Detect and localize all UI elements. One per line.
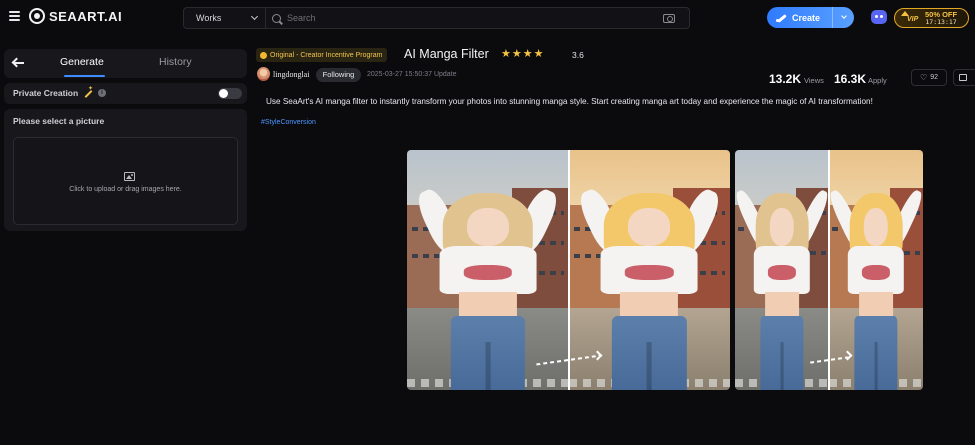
crown-icon: VIP — [901, 11, 921, 25]
original-photo — [407, 150, 569, 390]
create-label: Create — [792, 12, 821, 23]
create-button[interactable]: Create — [767, 7, 854, 28]
active-tab-indicator — [64, 75, 105, 77]
preview-image-before-after-2[interactable] — [735, 150, 923, 390]
rating-value: 3.6 — [572, 50, 584, 60]
comment-icon — [959, 74, 967, 81]
page-title: AI Manga Filter — [404, 47, 489, 61]
create-main-button[interactable]: Create — [767, 7, 833, 28]
vip-timer: 17:13:17 — [925, 18, 957, 26]
image-icon — [124, 172, 135, 181]
follow-button[interactable]: Following — [316, 68, 361, 82]
coin-icon — [260, 51, 267, 59]
generate-history-tabs: Generate History — [4, 49, 247, 78]
like-button[interactable]: ♡ 92 — [911, 69, 947, 86]
vip-discount: 50% OFF — [925, 9, 958, 19]
wand-icon — [84, 85, 93, 97]
discord-icon[interactable] — [871, 10, 887, 24]
works-dropdown[interactable]: Works — [184, 8, 266, 28]
upload-panel: Please select a picture Click to upload … — [4, 109, 247, 231]
logo-text: SEAART.AI — [49, 8, 123, 24]
camera-icon[interactable] — [663, 13, 675, 23]
arrow-left-icon[interactable] — [12, 57, 24, 69]
search-bar: Works — [183, 7, 690, 29]
author-name[interactable]: lingdonglai — [273, 70, 309, 79]
logo-icon — [29, 8, 45, 24]
like-count: 92 — [930, 74, 938, 81]
upload-title: Please select a picture — [13, 116, 105, 126]
private-creation-label: Private Creation — [13, 88, 79, 98]
search-icon — [272, 13, 281, 23]
vip-offer: 50% OFF 17:13:17 — [925, 9, 958, 26]
comparison-divider — [828, 150, 830, 390]
comment-button[interactable] — [953, 69, 975, 86]
star-rating: ★ ★ ★ ★ — [501, 48, 544, 61]
original-badge[interactable]: Original - Creator Incentive Program — [256, 48, 388, 62]
upload-hint: Click to upload or drag images here. — [69, 186, 182, 193]
comparison-divider — [567, 150, 570, 390]
chevron-down-icon — [840, 13, 847, 19]
star-icon: ★ — [511, 48, 522, 60]
logo[interactable]: SEAART.AI — [29, 8, 122, 24]
views-count: 13.2K — [769, 72, 802, 86]
original-badge-label: Original - Creator Incentive Program — [270, 51, 383, 59]
avatar[interactable] — [257, 67, 270, 81]
preview-image-before-after[interactable] — [407, 150, 730, 390]
description: Use SeaArt's AI manga filter to instantl… — [266, 97, 873, 106]
info-icon[interactable]: i — [98, 89, 106, 97]
vip-offer-badge[interactable]: VIP 50% OFF 17:13:17 — [894, 8, 969, 28]
create-dropdown-button[interactable] — [833, 7, 854, 28]
star-icon: ★ — [533, 48, 544, 60]
works-dropdown-label: Works — [196, 13, 222, 23]
private-creation-toggle[interactable] — [218, 88, 242, 99]
heart-icon: ♡ — [920, 73, 928, 82]
star-icon: ★ — [522, 48, 533, 60]
top-bar: SEAART.AI Works Create VIP 50% OFF 17:13… — [0, 0, 975, 36]
chevron-down-icon — [250, 12, 259, 21]
original-photo — [735, 150, 829, 390]
update-timestamp: 2025-03-27 15:50:37 Update — [367, 71, 457, 78]
search-input[interactable] — [281, 8, 663, 28]
tag-link[interactable]: #StyleConversion — [261, 119, 316, 126]
upload-dropzone[interactable]: Click to upload or drag images here. — [13, 137, 238, 225]
tab-history[interactable]: History — [159, 56, 192, 68]
brush-icon — [776, 12, 787, 23]
apply-count: 16.3K — [834, 72, 867, 86]
private-creation-row: Private Creation i — [4, 83, 247, 104]
apply-label: Apply — [868, 76, 887, 85]
star-icon: ★ — [501, 48, 511, 60]
hamburger-icon[interactable] — [9, 11, 20, 21]
tab-generate[interactable]: Generate — [60, 56, 104, 68]
views-label: Views — [804, 76, 824, 85]
vip-label: VIP — [907, 16, 919, 23]
